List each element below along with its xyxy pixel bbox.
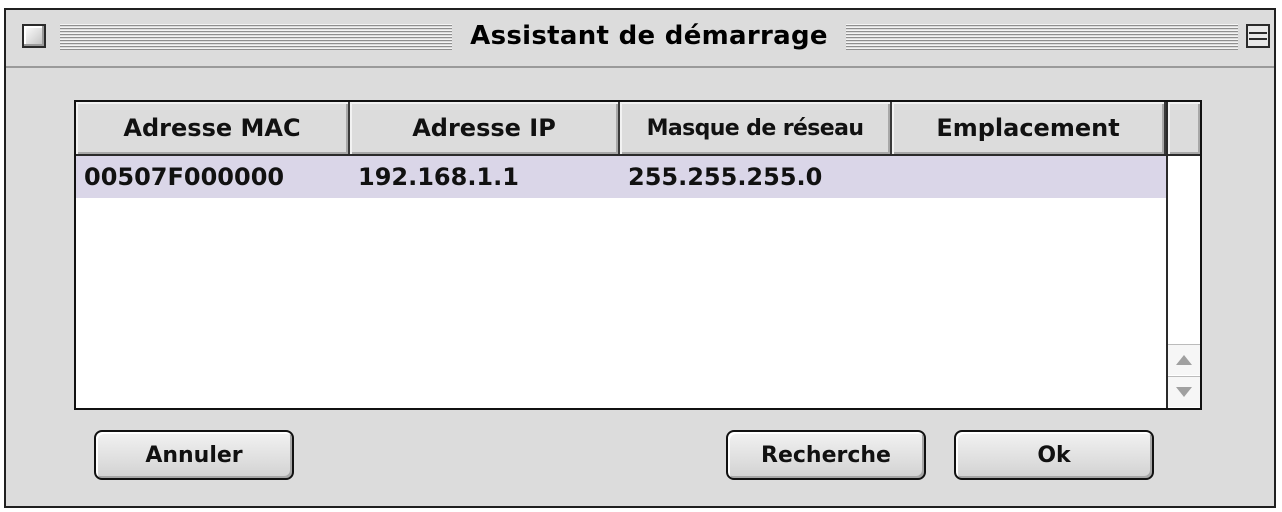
window-title: Assistant de démarrage (470, 21, 828, 51)
column-header-netmask[interactable]: Masque de réseau (620, 102, 892, 154)
title-stripes-right (846, 24, 1238, 50)
ok-button[interactable]: Ok (954, 430, 1154, 480)
device-list: Adresse MAC Adresse IP Masque de réseau … (74, 100, 1202, 410)
vertical-scrollbar[interactable] (1166, 102, 1200, 408)
scroll-up-arrow-icon[interactable] (1168, 344, 1200, 375)
column-header-location[interactable]: Emplacement (892, 102, 1166, 154)
table-row[interactable]: 00507F000000 192.168.1.1 255.255.255.0 (76, 156, 1166, 198)
collapse-box-icon[interactable] (1246, 24, 1270, 48)
search-button[interactable]: Recherche (726, 430, 926, 480)
title-stripes-left (60, 24, 452, 50)
column-header-ip[interactable]: Adresse IP (350, 102, 620, 154)
title-bar[interactable]: Assistant de démarrage (6, 10, 1274, 68)
close-box-icon[interactable] (22, 24, 46, 48)
table-header: Adresse MAC Adresse IP Masque de réseau … (76, 102, 1166, 156)
scrollbar-corner (1168, 102, 1200, 156)
cell-mac: 00507F000000 (84, 163, 285, 191)
scroll-down-arrow-icon[interactable] (1168, 376, 1200, 407)
cell-ip: 192.168.1.1 (358, 163, 519, 191)
column-header-mac[interactable]: Adresse MAC (76, 102, 350, 154)
cell-netmask: 255.255.255.0 (628, 163, 823, 191)
cancel-button[interactable]: Annuler (94, 430, 294, 480)
dialog-window: Assistant de démarrage Adresse MAC Adres… (4, 8, 1276, 508)
